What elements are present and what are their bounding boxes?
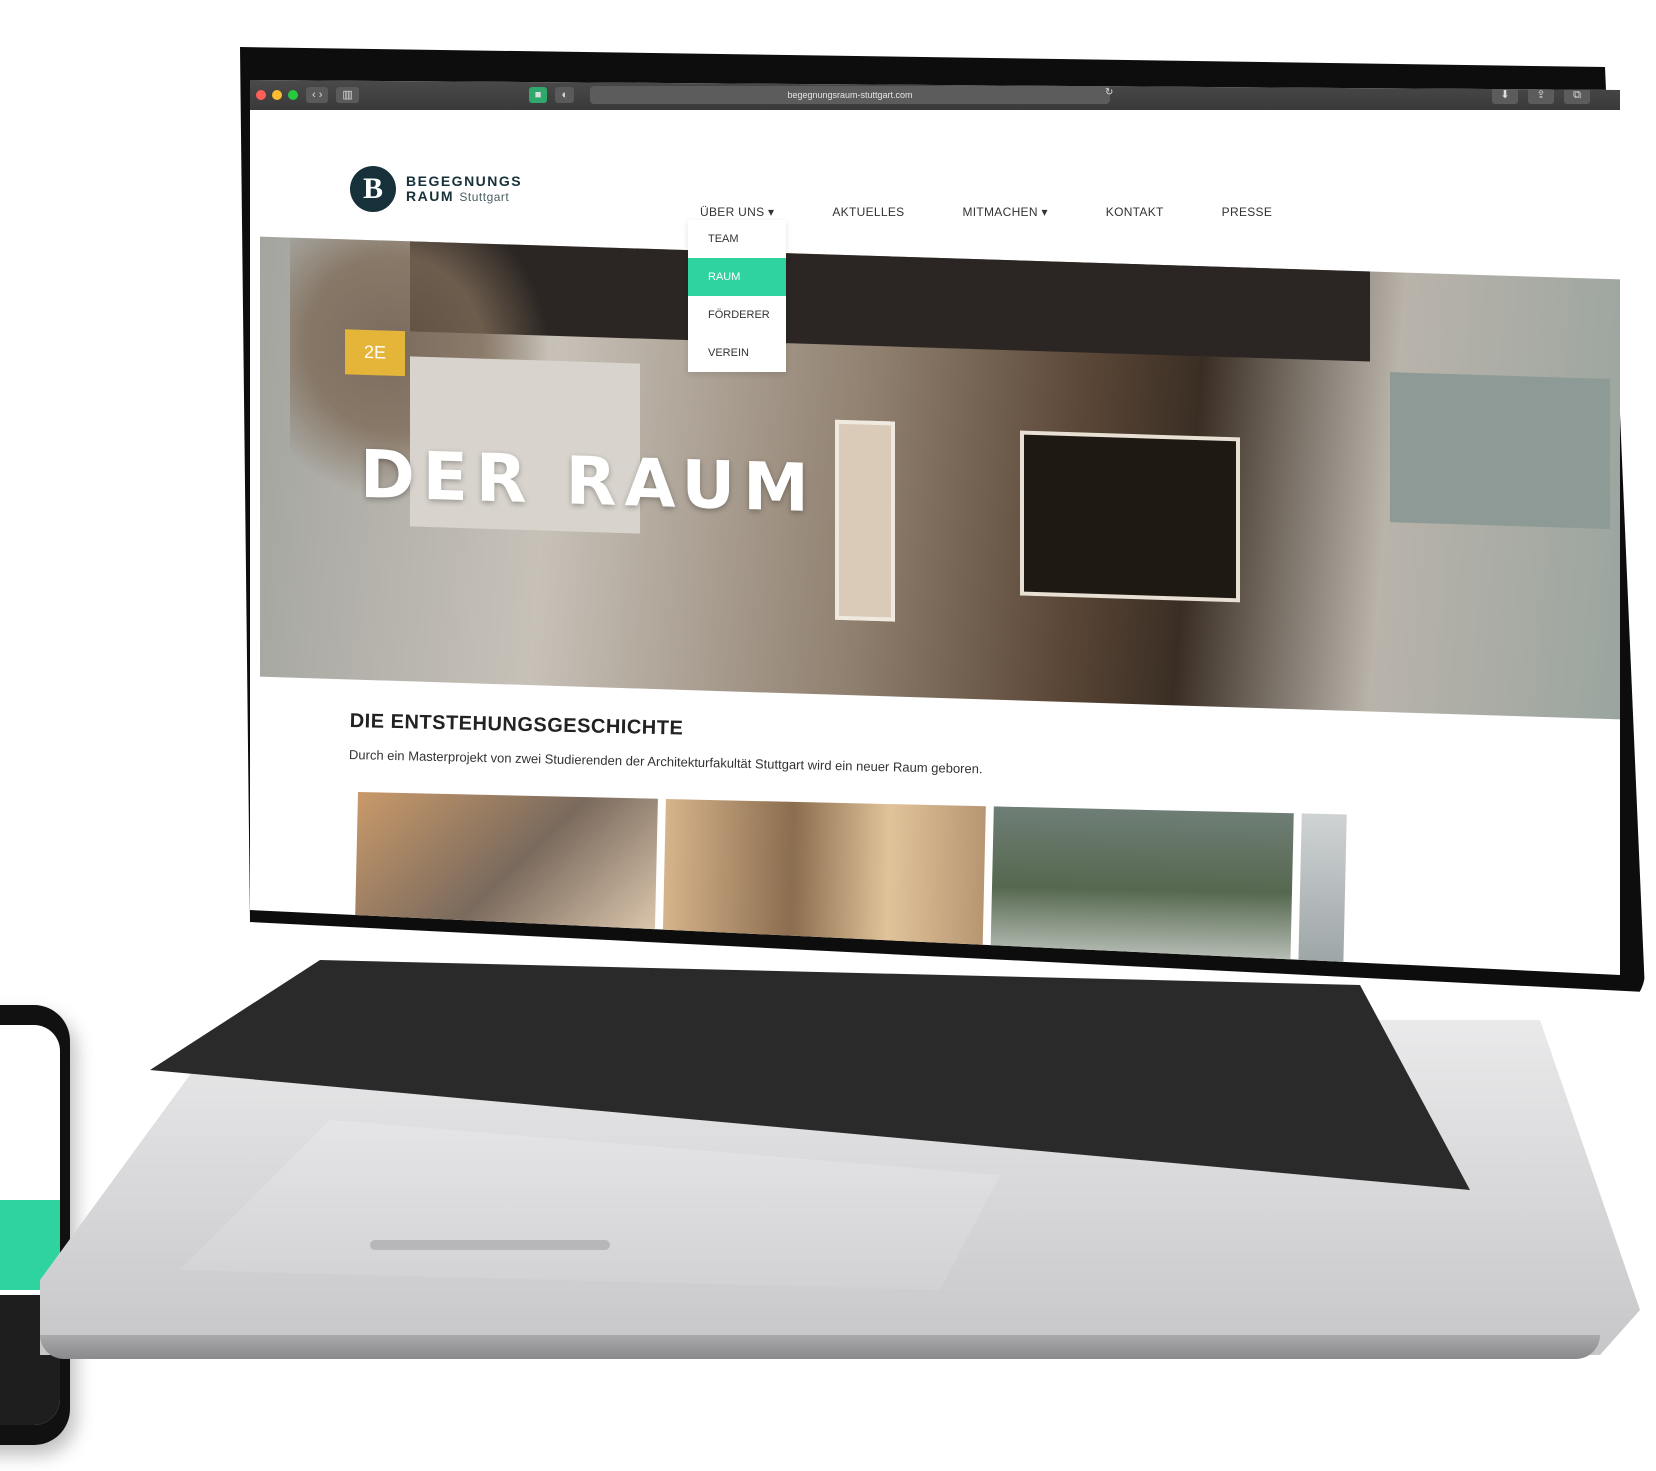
logo-line-2-small: Stuttgart bbox=[459, 189, 510, 204]
close-window-button[interactable] bbox=[256, 90, 266, 100]
hero-window bbox=[1020, 430, 1240, 603]
sidebar-icon[interactable]: ▥ bbox=[336, 87, 359, 103]
dropdown-item-foerderer[interactable]: FÖRDERER bbox=[688, 296, 786, 334]
main-nav: ÜBER UNS ▾ AKTUELLES MITMACHEN ▾ KONTAKT… bbox=[700, 192, 1400, 232]
gallery-image-partial[interactable] bbox=[1298, 813, 1347, 975]
logo-text: BEGEGNUNGS RAUM Stuttgart bbox=[406, 172, 523, 205]
logo-line-2-bold: RAUM bbox=[406, 187, 454, 204]
dropdown-item-team[interactable]: TEAM bbox=[688, 220, 786, 258]
hero-background-building bbox=[1390, 372, 1610, 530]
nav-item-aktuelles[interactable]: AKTUELLES bbox=[832, 205, 904, 219]
laptop-notch bbox=[370, 1240, 610, 1250]
laptop-base-edge bbox=[40, 1335, 1600, 1359]
privacy-icon[interactable]: ◐ bbox=[555, 87, 575, 103]
dropdown-item-raum[interactable]: RAUM bbox=[688, 258, 786, 296]
dropdown-item-verein[interactable]: VEREIN bbox=[688, 334, 786, 372]
phone-screen bbox=[0, 1025, 60, 1425]
hero-title: DER RAUM bbox=[360, 435, 817, 528]
back-forward-icon[interactable]: ‹ › bbox=[306, 87, 329, 103]
logo-line-2: RAUM Stuttgart bbox=[406, 187, 522, 205]
nav-item-mitmachen[interactable]: MITMACHEN ▾ bbox=[962, 205, 1047, 219]
logo-mark: B bbox=[350, 166, 396, 212]
dropdown-ueber-uns: TEAM RAUM FÖRDERER VEREIN bbox=[688, 220, 786, 372]
nav-item-presse[interactable]: PRESSE bbox=[1222, 205, 1273, 219]
site-logo[interactable]: B BEGEGNUNGS RAUM Stuttgart bbox=[350, 166, 522, 212]
reload-icon[interactable]: ↻ bbox=[1105, 87, 1113, 98]
hero-door bbox=[835, 419, 895, 622]
main-content: DIE ENTSTEHUNGSGESCHICHTE Durch ein Mast… bbox=[349, 710, 1550, 789]
address-bar[interactable]: begegnungsraum-stuttgart.com bbox=[590, 86, 1110, 104]
nav-item-kontakt[interactable]: KONTAKT bbox=[1106, 205, 1164, 219]
phone-device bbox=[0, 1005, 70, 1445]
minimize-window-button[interactable] bbox=[272, 90, 282, 100]
hero-banner: 2E DER RAUM bbox=[260, 236, 1620, 720]
laptop-screen: ‹ › ▥ ■ ◐ begegnungsraum-stuttgart.com ↻… bbox=[250, 80, 1620, 975]
logo-line-1: BEGEGNUNGS bbox=[406, 172, 523, 189]
extension-icon[interactable]: ■ bbox=[528, 87, 548, 103]
hero-sign: 2E bbox=[345, 329, 405, 377]
maximize-window-button[interactable] bbox=[288, 90, 298, 100]
